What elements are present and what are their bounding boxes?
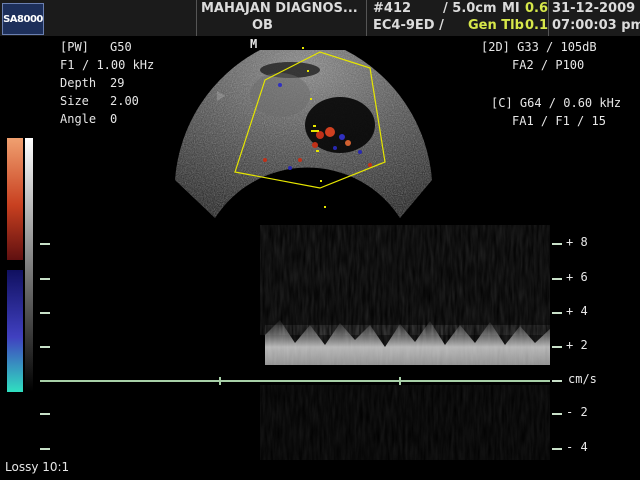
scale-tick [552, 346, 562, 348]
pw-param-label: Depth [60, 76, 97, 90]
pw-param-row: F1 / 1.00 kHz [60, 58, 154, 72]
scale-sign: + [566, 338, 574, 352]
doppler-spectrum [260, 225, 550, 460]
tib-value: 0.1 [525, 18, 549, 33]
scale-label: + 2 [566, 338, 588, 352]
color-param-line1: [C] G64 / 0.60 kHz [491, 96, 622, 110]
scale-tick [552, 243, 562, 245]
compression-label: Lossy 10:1 [5, 460, 70, 474]
baseline-marker [219, 377, 221, 385]
pw-param-value: 2.00 [110, 94, 139, 108]
frame-number: #412 [373, 1, 412, 16]
scale-value: 6 [580, 270, 588, 284]
header-bar: SA8000 MAHAJAN DIAGNOS... OB #412 / 5.0c… [0, 0, 640, 36]
scale-sign: + [566, 235, 574, 249]
scale-unit: cm/s [568, 372, 597, 386]
left-scale-tick [40, 413, 50, 415]
pw-param-row: [PW] G50 [60, 40, 132, 54]
mi-value: 0.6 [525, 1, 549, 16]
pw-param-value: 29 [110, 76, 125, 90]
left-scale-tick [40, 346, 50, 348]
scale-sign: - [566, 440, 574, 454]
scale-tick [552, 448, 562, 450]
twod-param-line2: FA2 / P100 [512, 58, 585, 72]
scale-tick [552, 380, 562, 382]
scale-sign: - [566, 405, 574, 419]
scale-tick [552, 278, 562, 280]
left-scale-tick [40, 312, 50, 314]
depth-readout: / 5.0cm [443, 1, 497, 16]
header-cell-logo [0, 0, 197, 36]
scale-sign: + [566, 304, 574, 318]
scale-label: + 4 [566, 304, 588, 318]
exam-time: 07:00:03 pm [552, 18, 640, 33]
pw-param-label: Angle [60, 112, 97, 126]
exam-type: OB [252, 18, 273, 33]
pw-param-label: [PW] [60, 40, 89, 54]
doppler-baseline[interactable] [40, 380, 550, 382]
scale-tick [552, 312, 562, 314]
scale-label: - 4 [566, 440, 588, 454]
pw-param-row: Angle 0 [60, 112, 117, 126]
scale-value: 2 [580, 405, 588, 419]
pw-param-value: G50 [110, 40, 132, 54]
tib-label: Gen Tlb [468, 18, 524, 33]
pw-param-row: Depth 29 [60, 76, 124, 90]
left-scale-tick [40, 278, 50, 280]
color-param-line2: FA1 / F1 / 15 [512, 114, 606, 128]
scale-tick [552, 413, 562, 415]
twod-param-line1: [2D] G33 / 105dB [481, 40, 597, 54]
scale-label: + 6 [566, 270, 588, 284]
ultrasound-screen: SA8000 MAHAJAN DIAGNOS... OB #412 / 5.0c… [0, 0, 640, 480]
color-velocity-bar [7, 138, 23, 392]
pw-param-value: / 1.00 kHz [82, 58, 155, 72]
grayscale-bar [25, 138, 33, 392]
pw-param-label: Size [60, 94, 89, 108]
mi-label: MI [502, 1, 520, 16]
hospital-name: MAHAJAN DIAGNOS... [201, 1, 358, 16]
color-bar-reverse [7, 270, 23, 392]
baseline-marker [399, 377, 401, 385]
scale-value: 4 [580, 304, 588, 318]
pw-param-row: Size 2.00 [60, 94, 139, 108]
scale-value: 4 [580, 440, 588, 454]
scale-label: + 8 [566, 235, 588, 249]
scale-label: - 2 [566, 405, 588, 419]
scale-value: 8 [580, 235, 588, 249]
scale-value: 2 [580, 338, 588, 352]
scale-sign: + [566, 270, 574, 284]
pw-param-value: 0 [110, 112, 118, 126]
left-scale-tick [40, 448, 50, 450]
left-scale-tick [40, 243, 50, 245]
exam-date: 31-12-2009 [552, 1, 636, 16]
bmode-sector-image [175, 47, 432, 218]
probe-name: EC4-9ED / [373, 18, 444, 33]
color-bar-forward [7, 138, 23, 260]
pw-param-label: F1 [60, 58, 75, 72]
